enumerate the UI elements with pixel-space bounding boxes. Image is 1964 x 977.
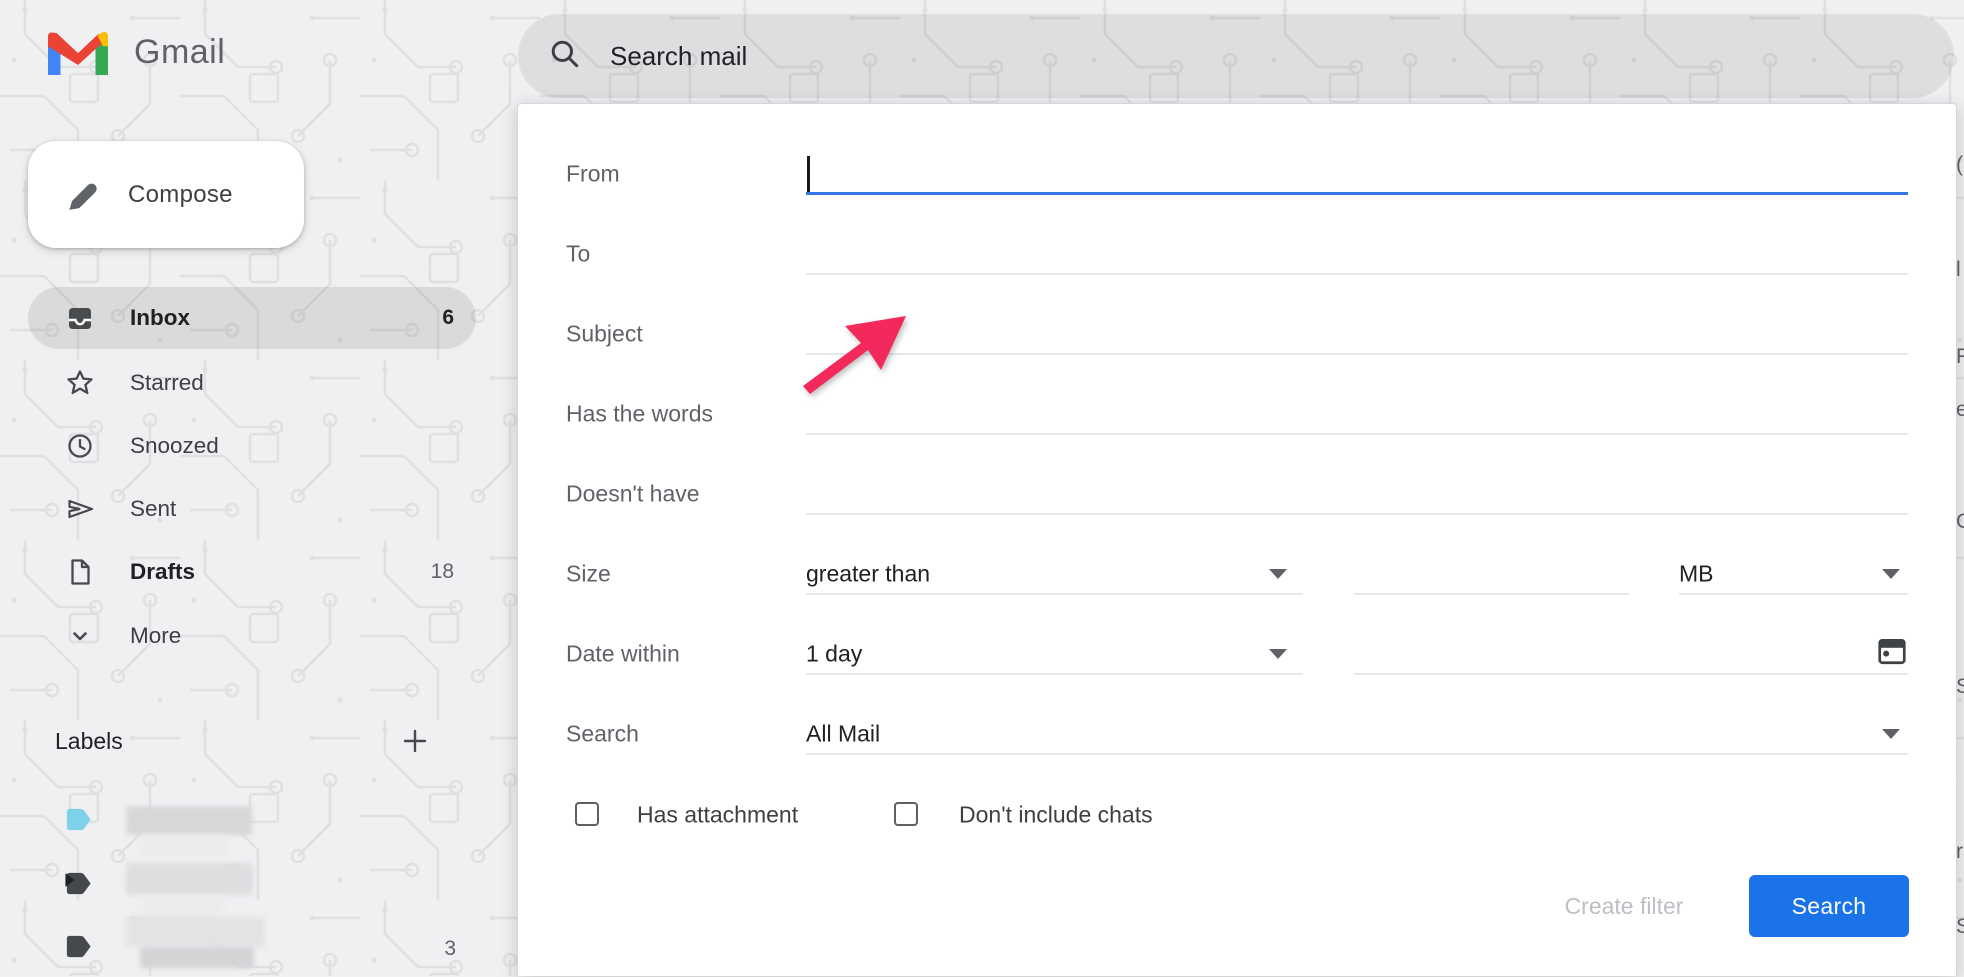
edge-fragment: S — [1956, 675, 1964, 699]
search-button[interactable]: Search — [1749, 875, 1909, 937]
dropdown-arrow-icon — [1269, 569, 1287, 579]
chevron-down-icon — [64, 621, 96, 651]
search-scope-value: All Mail — [806, 721, 880, 748]
exclude-chats-checkbox[interactable] — [894, 802, 918, 826]
annotation-arrow — [795, 305, 920, 405]
send-icon — [64, 494, 96, 524]
labels-section-header: Labels — [55, 728, 476, 755]
expand-arrow-icon[interactable] — [64, 872, 76, 893]
sidebar-item-drafts[interactable]: Drafts 18 — [28, 541, 476, 603]
from-underline-focused — [806, 192, 1908, 195]
size-amount-input[interactable] — [1354, 553, 1629, 593]
date-input[interactable] — [1354, 633, 1908, 673]
edge-fragment: e — [1956, 398, 1964, 422]
dropdown-arrow-icon — [1269, 649, 1287, 659]
calendar-icon[interactable] — [1876, 635, 1908, 672]
to-label: To — [566, 241, 590, 268]
sidebar-item-label: Sent — [130, 496, 176, 522]
size-unit-select[interactable]: MB — [1679, 553, 1908, 593]
search-scope-label: Search — [566, 721, 639, 748]
search-bar[interactable]: Search mail — [518, 14, 1954, 98]
date-range-value: 1 day — [806, 641, 862, 668]
size-amount-underline — [1354, 593, 1629, 595]
size-unit-underline — [1679, 593, 1908, 595]
sidebar-item-starred[interactable]: Starred — [28, 352, 476, 414]
date-range-select[interactable]: 1 day — [806, 633, 1303, 673]
date-within-label: Date within — [566, 641, 680, 668]
sidebar-item-inbox[interactable]: Inbox 6 — [28, 287, 476, 349]
sidebar-item-more[interactable]: More — [28, 605, 476, 667]
doesnt-have-label: Doesn't have — [566, 481, 700, 508]
compose-label: Compose — [128, 181, 233, 209]
date-range-underline — [806, 673, 1303, 675]
redacted-label-name — [126, 863, 253, 895]
create-filter-button[interactable]: Create filter — [1526, 875, 1722, 937]
date-underline — [1354, 673, 1908, 675]
inbox-icon — [64, 303, 96, 333]
sidebar-item-sent[interactable]: Sent — [28, 478, 476, 540]
add-label-button[interactable] — [400, 726, 430, 761]
has-words-label: Has the words — [566, 401, 713, 428]
redacted-label-name — [140, 835, 226, 857]
text-cursor — [807, 156, 810, 193]
clock-icon — [64, 431, 96, 461]
draft-file-icon — [64, 557, 96, 587]
size-operator-underline — [806, 593, 1303, 595]
gmail-m-icon — [48, 30, 108, 75]
sidebar-item-label: Drafts — [130, 559, 195, 585]
to-input[interactable] — [806, 233, 1908, 273]
has-attachment-label: Has attachment — [637, 802, 798, 829]
search-icon — [548, 37, 582, 76]
star-icon — [64, 368, 96, 398]
edge-fragment: ( — [1956, 153, 1963, 177]
label-tag-icon — [63, 804, 94, 840]
has-attachment-checkbox[interactable] — [575, 802, 599, 826]
redacted-label-name — [140, 947, 254, 968]
pencil-icon — [64, 178, 98, 212]
compose-button[interactable]: Compose — [28, 141, 304, 248]
unread-count: 6 — [442, 306, 454, 330]
to-underline — [806, 273, 1908, 275]
from-label: From — [566, 161, 620, 188]
from-input[interactable] — [806, 153, 1908, 193]
size-unit-value: MB — [1679, 561, 1714, 588]
redacted-label-name — [126, 917, 265, 947]
has-words-underline — [806, 433, 1908, 435]
search-scope-underline — [806, 753, 1908, 755]
edge-fragment: r — [1956, 840, 1963, 864]
search-filter-panel: From To Subject Has the words Doesn't ha… — [517, 103, 1957, 976]
redacted-label-name — [140, 895, 224, 918]
dropdown-arrow-icon — [1882, 569, 1900, 579]
draft-count: 18 — [431, 560, 454, 584]
gmail-logo[interactable]: Gmail — [48, 30, 225, 75]
exclude-chats-label: Don't include chats — [959, 802, 1153, 829]
sidebar-item-label: Starred — [130, 370, 204, 396]
size-label: Size — [566, 561, 611, 588]
doesnt-have-input[interactable] — [806, 473, 1908, 513]
subject-label: Subject — [566, 321, 643, 348]
doesnt-have-underline — [806, 513, 1908, 515]
edge-fragment: S — [1956, 915, 1964, 939]
search-scope-select[interactable]: All Mail — [806, 713, 1908, 753]
label-count: 3 — [444, 937, 456, 961]
subject-underline — [806, 353, 1908, 355]
sidebar-item-label: More — [130, 623, 181, 649]
sidebar-item-snoozed[interactable]: Snoozed — [28, 415, 476, 477]
size-operator-select[interactable]: greater than — [806, 553, 1303, 593]
sidebar: Gmail Compose Inbox 6 Starred — [0, 0, 517, 976]
edge-fragment: F — [1956, 345, 1964, 369]
search-placeholder: Search mail — [610, 41, 747, 72]
dropdown-arrow-icon — [1882, 729, 1900, 739]
has-words-input[interactable] — [806, 393, 1908, 433]
redacted-label-name — [126, 806, 252, 835]
sidebar-item-label: Snoozed — [130, 433, 219, 459]
size-operator-value: greater than — [806, 561, 930, 588]
edge-fragment: C — [1956, 510, 1964, 534]
brand-wordmark: Gmail — [134, 33, 225, 72]
subject-input[interactable] — [806, 313, 1908, 353]
label-tag-icon — [63, 931, 94, 967]
labels-title: Labels — [55, 728, 123, 755]
sidebar-item-label: Inbox — [130, 305, 190, 331]
label-row[interactable] — [28, 794, 476, 850]
